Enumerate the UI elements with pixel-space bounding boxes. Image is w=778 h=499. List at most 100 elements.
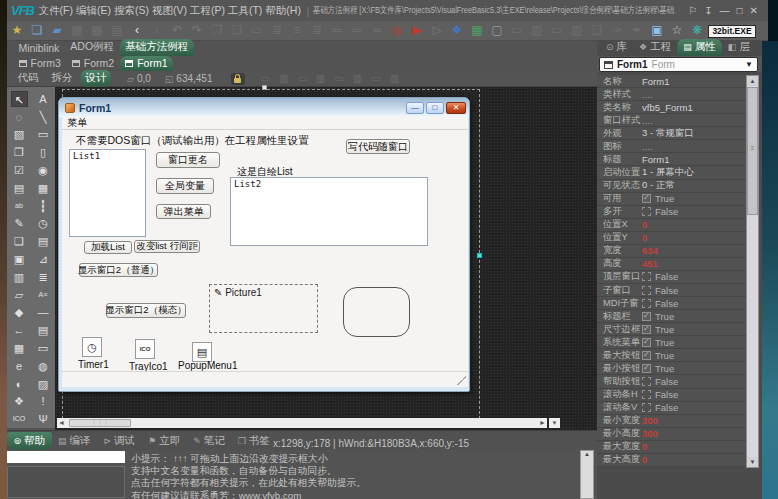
write-code-button[interactable]: 写代码随窗口	[346, 139, 410, 154]
property-row[interactable]: 最小按钮 True	[597, 362, 746, 375]
calendar-tool[interactable]: ▦	[11, 340, 28, 356]
line-spacing-button[interactable]: 改变list 行间距	[134, 240, 200, 253]
property-row[interactable]: 系统菜单 True	[597, 336, 746, 349]
property-row[interactable]: 标题 Form1	[597, 153, 746, 166]
button-tool[interactable]: ❐	[11, 144, 28, 160]
panel-tool[interactable]: ▯	[35, 144, 52, 160]
timer-tool[interactable]: ◷	[35, 215, 52, 231]
pin-icon[interactable]: ⚐	[688, 5, 697, 16]
hline-tool[interactable]: —	[35, 304, 52, 320]
layers-tool[interactable]: ❖	[11, 393, 28, 409]
ico-tool[interactable]: ICO	[11, 411, 28, 427]
doc-tool[interactable]: ▤	[35, 233, 52, 249]
image-tool[interactable]: ▧	[11, 126, 28, 142]
form-maximize-button[interactable]: □	[426, 102, 444, 114]
tool4-icon[interactable]: ▥	[567, 21, 587, 40]
radio-tool[interactable]: ◉	[35, 162, 52, 178]
back-icon[interactable]: ‹	[127, 21, 147, 40]
menu-tools[interactable]: 工具(T)	[228, 4, 262, 18]
form-titlebar[interactable]: Form1 — □ ✕	[59, 98, 469, 117]
form-minimize-button[interactable]: —	[406, 102, 424, 114]
property-row[interactable]: 启动位置 1 - 屏幕中心	[597, 166, 746, 179]
help-scrollbar[interactable]: ▲	[580, 450, 594, 499]
open-folder-icon[interactable]: ▰	[47, 21, 67, 40]
forward-icon[interactable]: ›	[147, 21, 167, 40]
folder-tool[interactable]: ▱	[11, 287, 28, 303]
timer-control[interactable]: ◷	[82, 337, 102, 357]
resize-handle-top[interactable]	[262, 85, 267, 90]
trayicon-control[interactable]: ICO	[135, 339, 155, 359]
properties-scrollbar[interactable]: ▲ ≡ ▼	[746, 75, 759, 468]
property-row[interactable]: 名称 Form1	[597, 75, 746, 88]
redo-icon[interactable]: ↷	[187, 21, 207, 40]
show-window2-normal-button[interactable]: 显示窗口2（普通）	[79, 263, 158, 277]
tree-tool[interactable]: ≣	[35, 269, 52, 285]
step-icon[interactable]: ▷	[427, 21, 447, 40]
object-selector[interactable]: Form1 Form ▼	[599, 57, 758, 72]
datepicker-tool[interactable]: ▤	[35, 322, 52, 338]
teal-icon[interactable]: ❋	[687, 21, 707, 40]
close-icon[interactable]: ✕	[750, 5, 758, 16]
tab-library[interactable]: ⊙库	[600, 39, 633, 56]
magic-icon[interactable]: ✒	[627, 21, 647, 40]
copy-icon[interactable]: ❏	[227, 21, 247, 40]
new-file-icon[interactable]: ❏	[27, 21, 47, 40]
global-variable-button[interactable]: 全局变量	[156, 178, 214, 194]
arrow-left-tool[interactable]: ←	[11, 322, 28, 338]
list-icon[interactable]: ≔	[327, 21, 347, 40]
warning-tool[interactable]: !	[35, 393, 52, 409]
property-row[interactable]: 多开 False	[597, 206, 746, 219]
tab-miniblink[interactable]: Miniblink	[13, 41, 65, 56]
star-box-icon[interactable]: ☆	[667, 21, 687, 40]
pointer-tool[interactable]: ↖	[11, 91, 28, 107]
menu-help[interactable]: 帮助(H)	[265, 4, 301, 18]
menu-project[interactable]: 工程(P)	[190, 4, 225, 18]
layers-icon[interactable]: ❖	[447, 21, 467, 40]
property-row[interactable]: 子窗口 False	[597, 284, 746, 297]
property-row[interactable]: 标题栏 True	[597, 310, 746, 323]
property-row[interactable]: 尺寸边框 True	[597, 323, 746, 336]
align-left-icon[interactable]: ≣	[267, 21, 287, 40]
textbox-tool[interactable]: ab	[11, 198, 28, 214]
scroll-down-arrow[interactable]: ▼	[747, 457, 758, 467]
combobox-tool[interactable]: ▭	[35, 340, 52, 356]
form-edit-icon[interactable]: ▣	[647, 21, 667, 40]
tab-project[interactable]: ❖工程	[633, 39, 677, 56]
delete-icon[interactable]: ▭	[247, 21, 267, 40]
form-close-button[interactable]: ✕	[446, 102, 466, 114]
property-row[interactable]: 类样式 ....	[597, 88, 746, 101]
lock-button[interactable]	[231, 73, 245, 85]
menu-search[interactable]: 搜索(S)	[114, 4, 149, 18]
updown-tool[interactable]: ◆	[11, 304, 28, 320]
scrollbar-extra-button[interactable]: ▼	[549, 418, 560, 428]
save-icon[interactable]: ▦	[67, 21, 87, 40]
checkbox-tool[interactable]: ☑	[11, 162, 28, 178]
globe-tool[interactable]: ◍	[35, 358, 52, 374]
show-window2-modal-button[interactable]: 显示窗口2（模态）	[106, 303, 186, 318]
save-all-icon[interactable]: ▦	[87, 21, 107, 40]
list2[interactable]: List2	[230, 177, 428, 246]
property-row[interactable]: 图标 ....	[597, 140, 746, 153]
chat-icon[interactable]: ✑	[607, 21, 627, 40]
shape-tool[interactable]: ◌	[11, 109, 28, 125]
maximize-icon[interactable]: □	[737, 5, 743, 16]
undo-icon[interactable]: ↶	[167, 21, 187, 40]
resize-grip[interactable]	[457, 376, 466, 385]
tab-properties[interactable]: ▤属性	[677, 39, 722, 56]
load-list-button[interactable]: 加载List	[84, 241, 132, 254]
tool2-icon[interactable]: ▥	[527, 21, 547, 40]
run-icon[interactable]: ▶	[407, 21, 427, 40]
designer-hscrollbar[interactable]: ◄ ⋮⋮⋮ ►	[57, 418, 547, 428]
property-row[interactable]: 最大宽度 0	[597, 441, 746, 454]
list1[interactable]: List1	[69, 149, 146, 237]
image-icon[interactable]: ▦	[467, 21, 487, 40]
help-search-input[interactable]	[7, 451, 125, 463]
property-row[interactable]: 外观 3 - 常规窗口	[597, 127, 746, 140]
code-view-button[interactable]: 代码	[13, 70, 43, 87]
popupmenu-control[interactable]: ▤	[192, 342, 212, 362]
keyboard-tool[interactable]: ▥	[11, 269, 28, 285]
shape-control[interactable]	[343, 287, 410, 337]
property-row[interactable]: 位置X 0	[597, 219, 746, 232]
scroll-thumb[interactable]: ⋮⋮⋮	[69, 419, 131, 427]
bottom-tab[interactable]: ▤编译	[52, 432, 98, 450]
